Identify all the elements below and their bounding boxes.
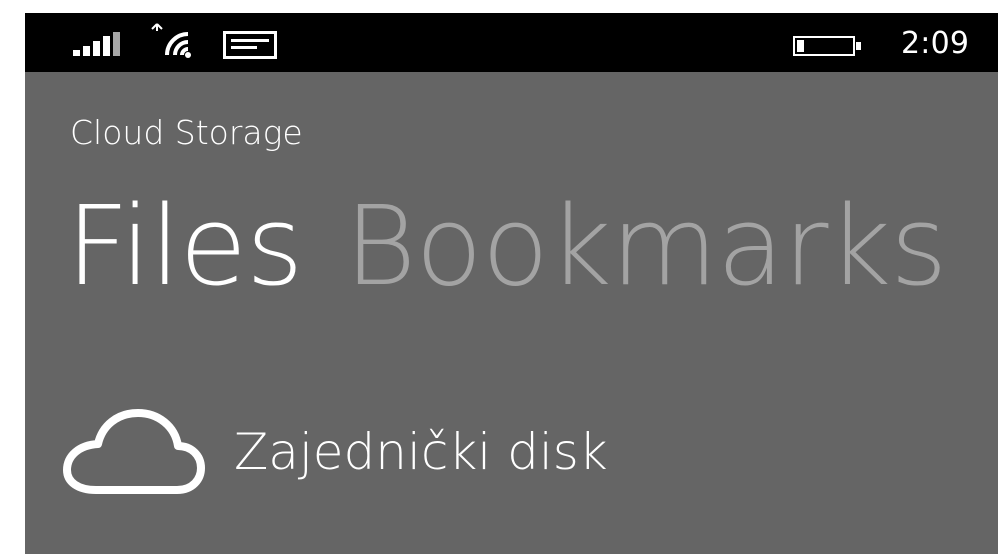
pivot-header: Files Bookmarks (66, 185, 989, 307)
status-time: 2:09 (901, 26, 970, 61)
status-bar: 2:09 (25, 13, 998, 72)
message-icon (223, 31, 277, 59)
signal-strength-icon (73, 32, 120, 56)
tab-bookmarks[interactable]: Bookmarks (344, 185, 947, 307)
wifi-icon (151, 23, 191, 58)
app-title: Cloud Storage (70, 113, 303, 152)
battery-icon (793, 36, 861, 56)
storage-item-label: Zajednički disk (234, 423, 608, 481)
storage-list-item[interactable]: Zajednički disk (60, 400, 780, 510)
phone-screen: 2:09 Cloud Storage Files Bookmarks Zajedn… (25, 13, 998, 554)
cloud-icon (63, 409, 205, 494)
tab-files[interactable]: Files (66, 185, 303, 307)
